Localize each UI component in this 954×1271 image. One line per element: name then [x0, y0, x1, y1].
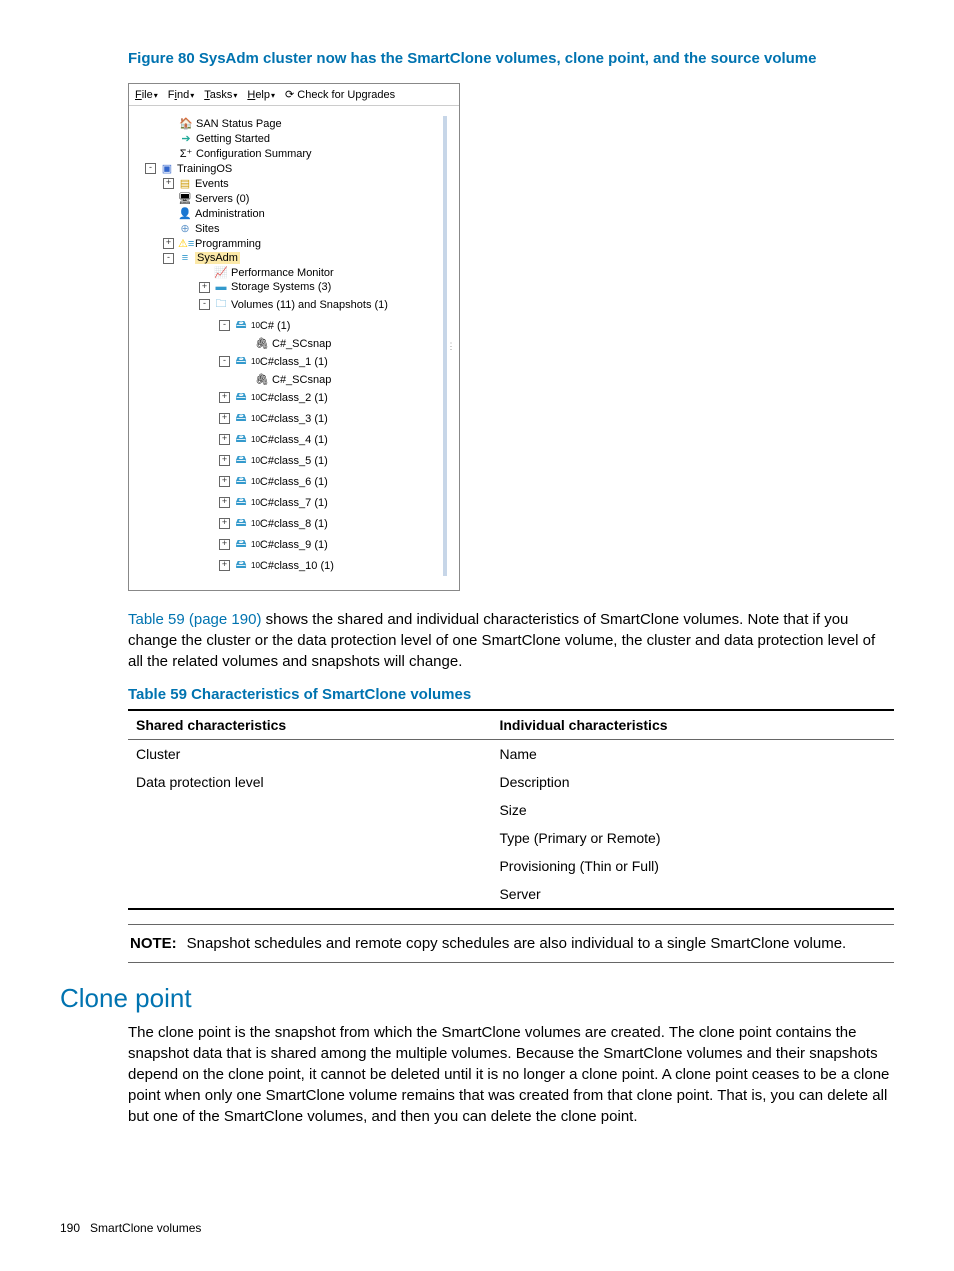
tree-cclass8[interactable]: +🖴10 C#class_8 (1): [139, 513, 435, 534]
note-text: Snapshot schedules and remote copy sched…: [187, 935, 847, 952]
tree-csharp[interactable]: -🖴10 C# (1): [139, 315, 435, 336]
td-shared-1: Data protection level: [128, 768, 491, 796]
splitter-handle-icon[interactable]: ⋮: [447, 116, 455, 576]
tree-scsnap2[interactable]: 🖇C#_SCsnap: [139, 372, 435, 387]
menu-find[interactable]: Find▾: [168, 89, 194, 101]
tree-volumes[interactable]: -🗀Volumes (11) and Snapshots (1): [139, 294, 435, 315]
table-59-link[interactable]: Table 59 (page 190): [128, 611, 261, 628]
tree-trainingos[interactable]: -▣TrainingOS: [139, 161, 435, 176]
section-body-clone-point: The clone point is the snapshot from whi…: [128, 1022, 894, 1127]
tree-cclass5[interactable]: +🖴10 C#class_5 (1): [139, 450, 435, 471]
note-label: NOTE:: [130, 935, 177, 952]
tree-cclass7[interactable]: +🖴10 C#class_7 (1): [139, 492, 435, 513]
screenshot-tree: File▾ Find▾ Tasks▾ Help▾ ⟳ Check for Upg…: [128, 83, 460, 591]
tree-administration[interactable]: 👤Administration: [139, 206, 435, 221]
tree-programming[interactable]: +⚠≡Programming: [139, 236, 435, 251]
tree-events[interactable]: +▤Events: [139, 176, 435, 191]
tree-storage-systems[interactable]: +▬Storage Systems (3): [139, 280, 435, 294]
footer-page-number: 190: [60, 1221, 80, 1235]
tree-cclass6[interactable]: +🖴10 C#class_6 (1): [139, 471, 435, 492]
tree-sites[interactable]: ⊕Sites: [139, 221, 435, 236]
td-indiv-4: Provisioning (Thin or Full): [491, 852, 894, 880]
menu-help[interactable]: Help▾: [247, 89, 275, 101]
tree-cclass4[interactable]: +🖴10 C#class_4 (1): [139, 429, 435, 450]
table-title: Table 59 Characteristics of SmartClone v…: [128, 686, 894, 703]
tree-getting-started[interactable]: ➔Getting Started: [139, 131, 435, 146]
td-indiv-5: Server: [491, 880, 894, 909]
tree-cclass1[interactable]: -🖴10 C#class_1 (1): [139, 351, 435, 372]
footer-chapter-title: SmartClone volumes: [90, 1221, 201, 1235]
tree-cclass3[interactable]: +🖴10 C#class_3 (1): [139, 408, 435, 429]
tree-cclass2[interactable]: +🖴10 C#class_2 (1): [139, 387, 435, 408]
note-box: NOTE: Snapshot schedules and remote copy …: [128, 924, 894, 963]
menu-bar: File▾ Find▾ Tasks▾ Help▾ ⟳ Check for Upg…: [129, 84, 459, 106]
tree-perfmon[interactable]: 📈Performance Monitor: [139, 265, 435, 280]
td-indiv-2: Size: [491, 796, 894, 824]
figure-title: Figure 80 SysAdm cluster now has the Sma…: [128, 50, 894, 67]
th-shared: Shared characteristics: [128, 710, 491, 740]
tree-sysadm[interactable]: -≡SysAdm: [139, 251, 435, 265]
th-individual: Individual characteristics: [491, 710, 894, 740]
menu-tasks[interactable]: Tasks▾: [204, 89, 237, 101]
tree-config-summary[interactable]: Σ⁺Configuration Summary: [139, 146, 435, 161]
paragraph-table-ref: Table 59 (page 190) shows the shared and…: [128, 609, 894, 672]
tree-san-status[interactable]: 🏠SAN Status Page: [139, 116, 435, 131]
td-indiv-0: Name: [491, 740, 894, 769]
page-footer: 190 SmartClone volumes: [0, 1181, 954, 1235]
menu-file[interactable]: File▾: [135, 89, 158, 101]
tree-scsnap1[interactable]: 🖇C#_SCsnap: [139, 336, 435, 351]
td-shared-0: Cluster: [128, 740, 491, 769]
section-heading-clone-point: Clone point: [60, 983, 894, 1014]
characteristics-table: Shared characteristics Individual charac…: [128, 709, 894, 910]
td-indiv-3: Type (Primary or Remote): [491, 824, 894, 852]
tree-cclass9[interactable]: +🖴10 C#class_9 (1): [139, 534, 435, 555]
tree-servers[interactable]: 🖥Servers (0): [139, 191, 435, 206]
menu-check-upgrades[interactable]: ⟳ Check for Upgrades: [285, 88, 395, 101]
tree-cclass10[interactable]: +🖴10 C#class_10 (1): [139, 555, 435, 576]
td-indiv-1: Description: [491, 768, 894, 796]
